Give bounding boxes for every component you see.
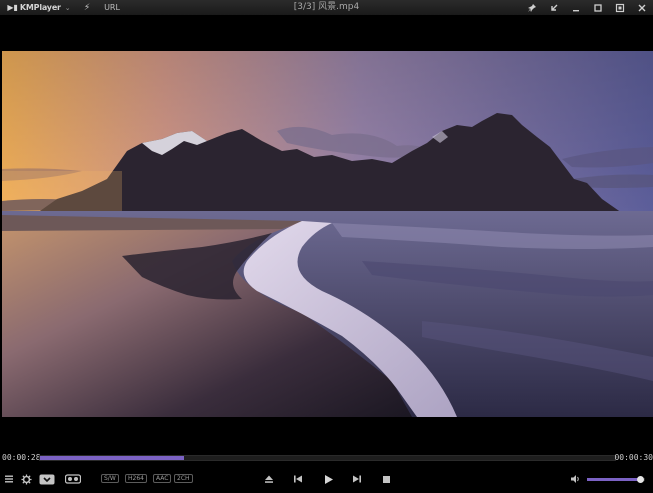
volume-knob[interactable] [637, 476, 645, 483]
volume-slider[interactable] [587, 476, 645, 483]
vr-glasses-icon[interactable] [64, 472, 82, 486]
play-icon[interactable] [321, 472, 335, 486]
capture-icon[interactable] [38, 472, 56, 486]
pin-icon[interactable] [521, 0, 543, 15]
fullscreen-icon[interactable] [609, 0, 631, 15]
video-codec-badge[interactable]: H264 [125, 474, 147, 483]
title-bar: ▶▮ KMPlayer ⌄ ⚡ URL [3/3] 风景.mp4 [0, 0, 653, 15]
close-icon[interactable] [631, 0, 653, 15]
seek-bar-progress [40, 456, 184, 460]
total-time: 00:00:30 [614, 453, 653, 462]
control-bar: S/W H264 AAC 2CH [0, 466, 653, 493]
lightning-icon[interactable]: ⚡ [78, 0, 96, 15]
stop-icon[interactable] [379, 472, 393, 486]
settings-icon[interactable] [19, 472, 33, 486]
chevron-down-icon: ⌄ [64, 3, 71, 12]
url-button[interactable]: URL [100, 0, 124, 15]
audio-codec-badge[interactable]: AAC [153, 474, 172, 483]
video-frame[interactable] [2, 51, 653, 417]
next-icon[interactable] [350, 472, 364, 486]
window-controls [521, 0, 653, 15]
app-menu-button[interactable]: ▶▮ KMPlayer ⌄ [0, 0, 72, 15]
audio-channels-badge[interactable]: 2CH [174, 474, 193, 483]
seek-bar[interactable] [39, 455, 616, 461]
mini-mode-icon[interactable] [543, 0, 565, 15]
previous-icon[interactable] [291, 472, 305, 486]
current-time: 00:00:28 [2, 453, 41, 462]
kmplayer-window: ▶▮ KMPlayer ⌄ ⚡ URL [3/3] 风景.mp4 00:00:2… [0, 0, 653, 493]
menu-icon[interactable] [3, 472, 15, 486]
minimize-icon[interactable] [565, 0, 587, 15]
decoder-badge[interactable]: S/W [101, 474, 119, 483]
volume-icon[interactable] [568, 472, 582, 486]
volume-level [587, 478, 641, 481]
landscape-video-image [2, 51, 653, 417]
km-logo-icon: ▶▮ [7, 3, 18, 12]
eject-icon[interactable] [262, 472, 276, 486]
maximize-icon[interactable] [587, 0, 609, 15]
app-logo-text: KMPlayer [19, 3, 61, 12]
seek-bar-row: 00:00:28 00:00:30 [0, 453, 653, 463]
